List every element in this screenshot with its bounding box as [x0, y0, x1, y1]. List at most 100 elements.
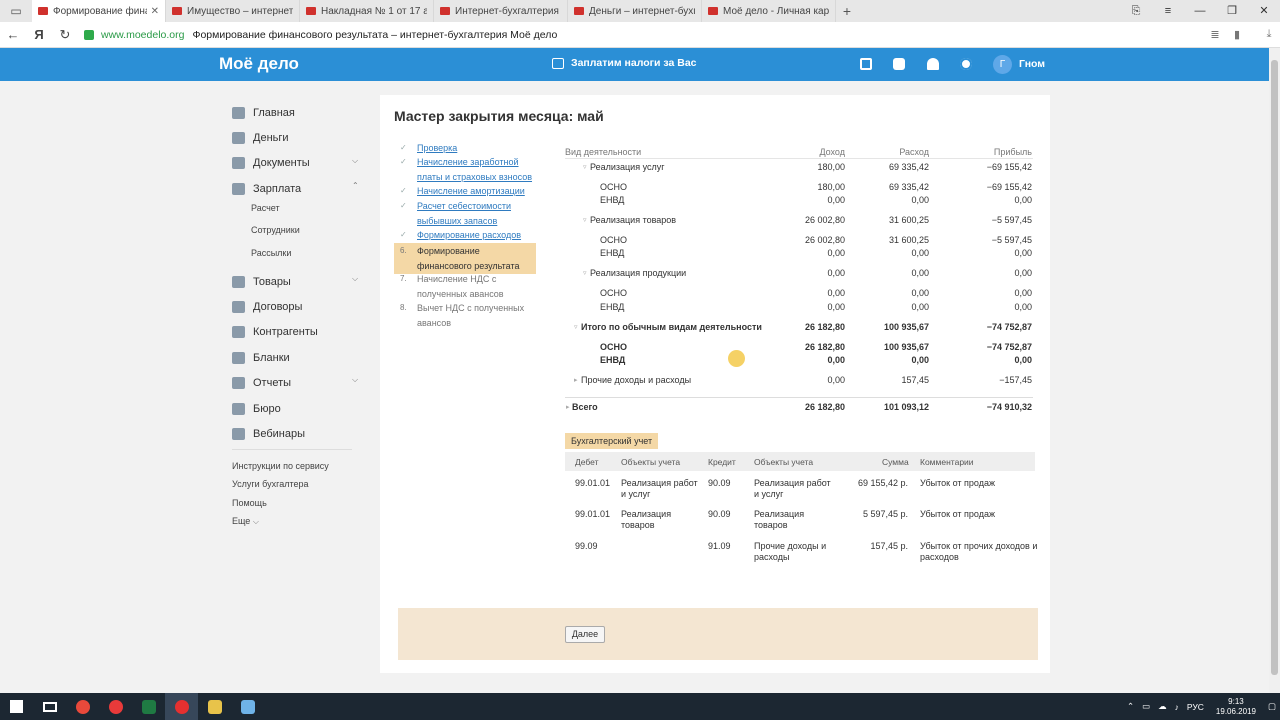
- fin-row-label[interactable]: Реализация товаров: [590, 215, 676, 225]
- documents-header-icon[interactable]: [860, 58, 872, 70]
- bell-icon[interactable]: [927, 58, 939, 70]
- fin-row-label[interactable]: Итого по обычным видам деятельности: [581, 322, 762, 332]
- reload-icon[interactable]: ↻: [52, 27, 78, 43]
- yandex-browser-icon[interactable]: [99, 693, 132, 720]
- wizard-step[interactable]: ✓ Начисление заработной платы и страховых…: [394, 155, 536, 184]
- tray-chevron-icon[interactable]: ⌃: [1127, 701, 1134, 712]
- chevron-down-icon[interactable]: ⌵: [352, 274, 358, 284]
- minimize-button[interactable]: —: [1184, 0, 1216, 22]
- wizard-step[interactable]: ✓ Начисление амортизации: [394, 184, 536, 199]
- address-bar: ← Я ↻ www.moedelo.org Формирование финан…: [0, 22, 1280, 48]
- sidebar-item[interactable]: Зарплата: [232, 183, 301, 195]
- accounting-debit: 99.09: [575, 541, 598, 551]
- bookmarks-icon[interactable]: ⎘: [1120, 0, 1152, 22]
- sidebar-link-help[interactable]: Помощь: [232, 498, 267, 508]
- browser-tab[interactable]: Накладная № 1 от 17 апреля: [300, 0, 434, 22]
- sidebar-link-more[interactable]: Еще ⌵: [232, 516, 259, 527]
- sidebar-sub-mailings[interactable]: Рассылки: [251, 248, 291, 258]
- check-icon: ✓: [400, 230, 407, 239]
- expand-icon[interactable]: ▸: [566, 403, 570, 411]
- fin-row-label[interactable]: Прочие доходы и расходы: [581, 375, 691, 385]
- download-icon[interactable]: ⤓: [1258, 28, 1280, 41]
- wizard-step[interactable]: ✓ Формирование расходов: [394, 228, 536, 243]
- excel-icon[interactable]: [132, 693, 165, 720]
- gear-icon[interactable]: [960, 58, 972, 70]
- wizard-step[interactable]: ✓ Расчет себестоимости выбывших запасов: [394, 199, 536, 228]
- clock-date: 19.06.2019: [1215, 706, 1256, 716]
- sidebar-item[interactable]: Бланки: [232, 352, 290, 364]
- browser-tab[interactable]: Формирование финансового результата ✕: [32, 0, 166, 22]
- sidebar-item[interactable]: Главная: [232, 107, 295, 119]
- fin-cell-profit: 0,00: [1014, 248, 1032, 258]
- language-indicator[interactable]: РУС: [1187, 702, 1204, 712]
- close-window-button[interactable]: ✕: [1248, 0, 1280, 22]
- browser-tab[interactable]: Имущество – интернет-бухгалтерия Моё дел…: [166, 0, 300, 22]
- close-tab-icon[interactable]: ✕: [151, 6, 159, 17]
- url-page-title[interactable]: Формирование финансового результата – ин…: [192, 29, 557, 41]
- bookmark-icon[interactable]: ▮: [1226, 28, 1248, 41]
- accounting-badge[interactable]: Бухгалтерский учет: [565, 433, 659, 449]
- sidebar-item[interactable]: Документы: [232, 157, 310, 169]
- fin-row-label[interactable]: Реализация услуг: [590, 162, 665, 172]
- onedrive-icon[interactable]: ☁: [1158, 701, 1167, 712]
- chevron-down-icon[interactable]: ⌵: [352, 375, 358, 385]
- expand-icon[interactable]: ▿: [574, 323, 578, 331]
- sidebar-item[interactable]: Вебинары: [232, 428, 305, 440]
- network-icon[interactable]: ▭: [1142, 701, 1150, 712]
- new-tab-button[interactable]: +: [836, 3, 858, 19]
- favicon-icon: [574, 7, 584, 15]
- browser-tab[interactable]: Интернет-бухгалтерия Моё дело: [434, 0, 568, 22]
- explorer-icon[interactable]: [198, 693, 231, 720]
- expand-icon[interactable]: ▸: [574, 376, 578, 384]
- menu-icon[interactable]: ≡: [1152, 0, 1184, 22]
- tab-list-icon[interactable]: ▭: [0, 0, 32, 22]
- logo[interactable]: Моё дело: [219, 54, 299, 74]
- browser-tab[interactable]: Моё дело - Личная карточка: [702, 0, 836, 22]
- yandex-icon[interactable]: Я: [26, 27, 52, 42]
- username[interactable]: Гном: [1019, 58, 1045, 70]
- clock[interactable]: 9:13 19.06.2019: [1216, 697, 1256, 717]
- url-domain[interactable]: www.moedelo.org: [101, 29, 184, 41]
- fin-cell-profit: 0,00: [1014, 302, 1032, 312]
- chat-icon[interactable]: [893, 58, 905, 70]
- fin-cell-income: 0,00: [827, 268, 845, 278]
- app-icon[interactable]: [231, 693, 264, 720]
- chrome-icon[interactable]: [66, 693, 99, 720]
- expand-icon[interactable]: ▿: [583, 269, 587, 277]
- fin-row-label[interactable]: Всего: [572, 402, 598, 412]
- sidebar-link-accountant[interactable]: Услуги бухгалтера: [232, 479, 309, 489]
- scrollbar-thumb[interactable]: [1271, 60, 1278, 675]
- expand-icon[interactable]: ▿: [583, 163, 587, 171]
- col-activity: Вид деятельности: [565, 147, 642, 157]
- sidebar-item[interactable]: Бюро: [232, 403, 281, 415]
- home-icon: [232, 107, 245, 119]
- fin-cell-income: 26 182,80: [804, 402, 845, 412]
- sidebar-item[interactable]: Договоры: [232, 301, 302, 313]
- sidebar-link-instructions[interactable]: Инструкции по сервису: [232, 461, 329, 471]
- col-profit: Прибыль: [993, 147, 1032, 157]
- sidebar-sub-employees[interactable]: Сотрудники: [251, 225, 300, 235]
- next-button[interactable]: Далее: [565, 626, 605, 643]
- reader-icon[interactable]: ≣: [1204, 28, 1226, 41]
- volume-icon[interactable]: ♪: [1175, 702, 1179, 712]
- notifications-icon[interactable]: ▢: [1268, 701, 1276, 712]
- restore-button[interactable]: ❐: [1216, 0, 1248, 22]
- task-view-icon[interactable]: [33, 693, 66, 720]
- wizard-step[interactable]: ✓ Проверка: [394, 141, 536, 156]
- sidebar-item[interactable]: Деньги: [232, 132, 289, 144]
- yandex-active-icon[interactable]: [165, 693, 198, 720]
- sidebar-item[interactable]: Отчеты: [232, 377, 291, 389]
- scrollbar[interactable]: [1269, 48, 1280, 693]
- sidebar-item[interactable]: Контрагенты: [232, 326, 318, 338]
- sidebar-sub-salary-calc[interactable]: Расчет: [251, 203, 280, 213]
- start-button[interactable]: [0, 693, 33, 720]
- browser-tab[interactable]: Деньги – интернет-бухгалтерия Моё дело: [568, 0, 702, 22]
- chevron-up-icon[interactable]: ⌃: [352, 181, 359, 190]
- fin-row-label[interactable]: Реализация продукции: [590, 268, 686, 278]
- sidebar-item[interactable]: Товары: [232, 276, 291, 288]
- back-icon[interactable]: ←: [0, 27, 26, 42]
- promo-link[interactable]: Заплатим налоги за Вас: [552, 57, 697, 69]
- avatar[interactable]: Г: [993, 55, 1012, 74]
- expand-icon[interactable]: ▿: [583, 216, 587, 224]
- chevron-down-icon[interactable]: ⌵: [352, 156, 358, 166]
